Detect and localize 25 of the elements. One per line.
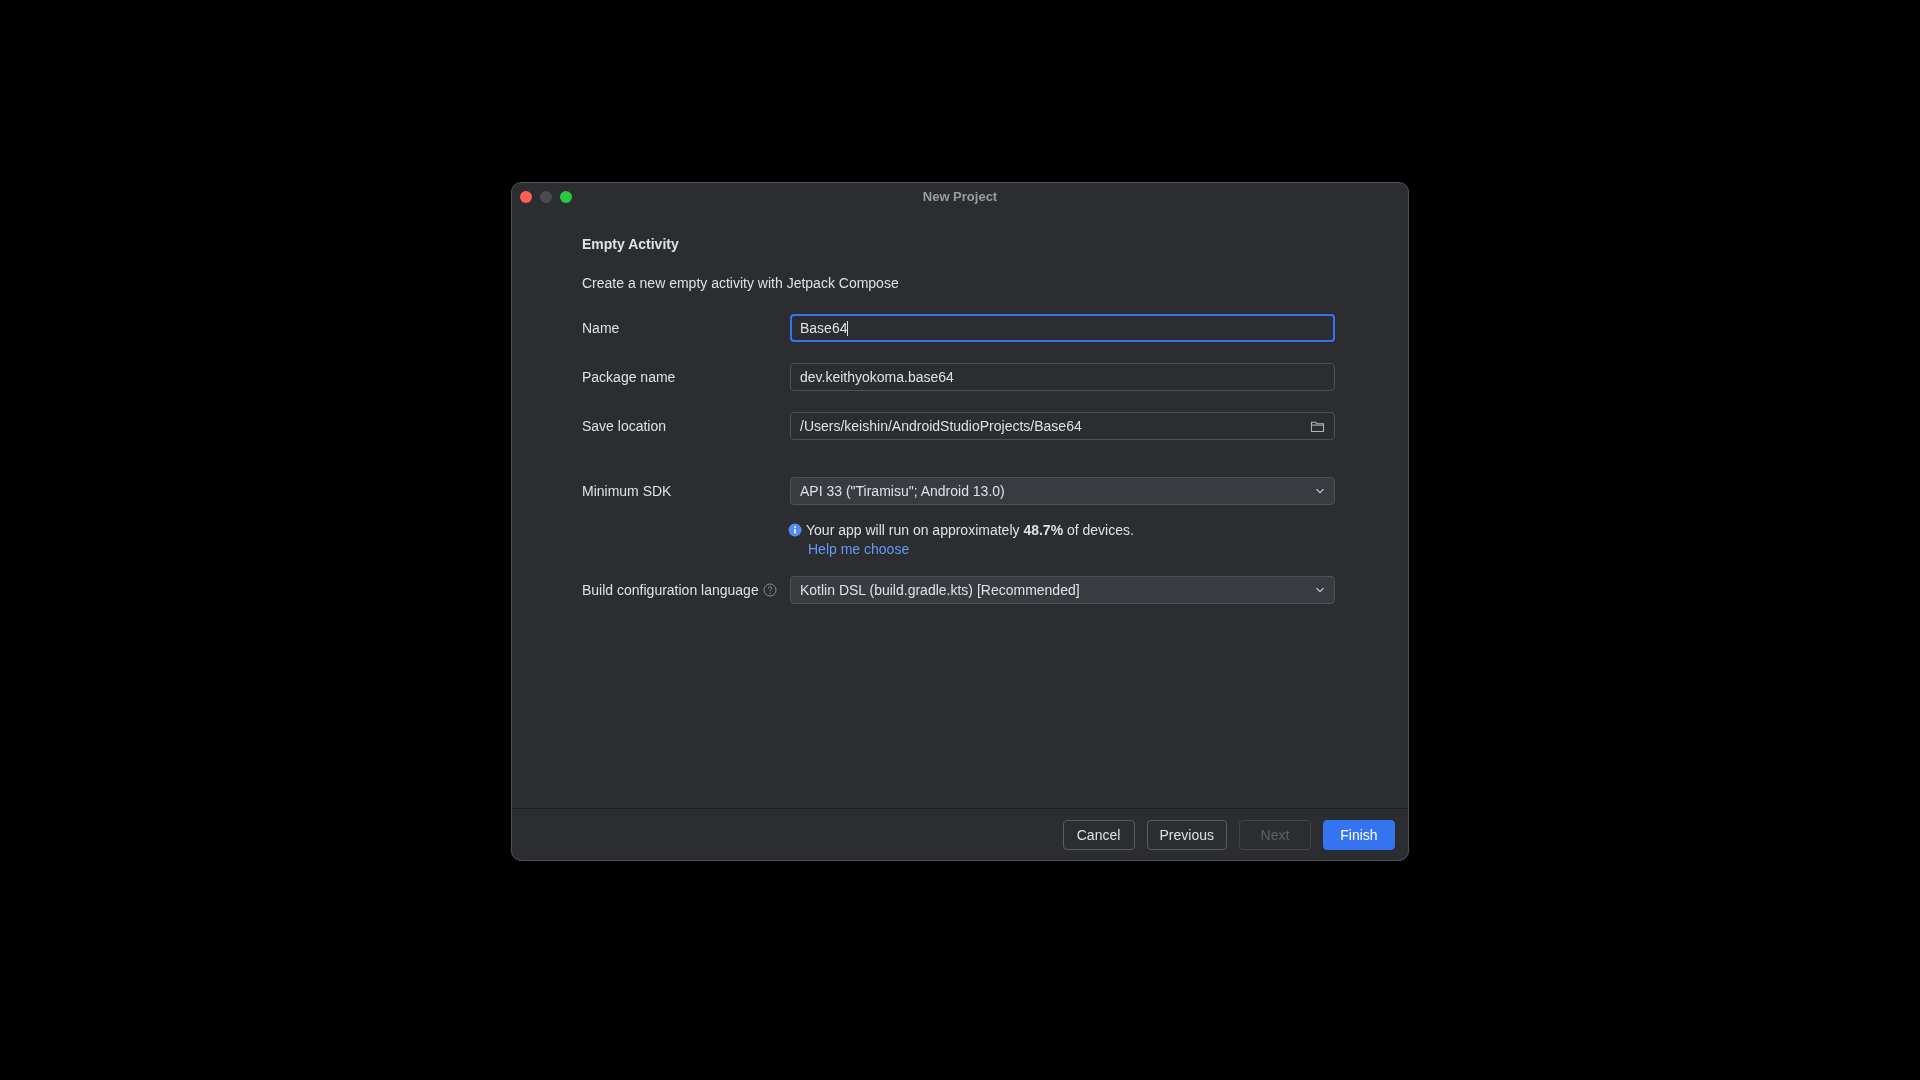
- dialog-button[interactable]: Cancel: [1062, 819, 1135, 850]
- page-heading: Empty Activity: [582, 235, 680, 253]
- field-label: Build configuration language: [582, 582, 759, 598]
- dialog-button[interactable]: Finish: [1323, 819, 1395, 850]
- dialog-button[interactable]: Previous: [1146, 819, 1227, 850]
- text-field[interactable]: dev.keithyokoma.base64: [790, 363, 1335, 391]
- chevron-down-icon: [1315, 488, 1325, 494]
- info-text: Your app will run on approximately 48.7% of devices.: [806, 522, 1134, 538]
- info-icon: [788, 523, 802, 537]
- zoom-button[interactable]: [560, 191, 572, 203]
- window-title: New Project: [922, 189, 998, 204]
- page-description: Create a new empty activity with Jetpack Compose: [582, 274, 900, 292]
- help-link[interactable]: Help me choose: [808, 541, 910, 557]
- close-button[interactable]: [520, 191, 532, 203]
- dropdown[interactable]: Kotlin DSL (build.gradle.kts) [Recommended]: [790, 576, 1335, 604]
- chevron-down-icon: [1315, 587, 1325, 593]
- text-field[interactable]: Base64: [790, 314, 1335, 342]
- folder-icon[interactable]: [1310, 419, 1325, 433]
- dropdown[interactable]: API 33 ("Tiramisu"; Android 13.0): [790, 477, 1335, 505]
- help-icon[interactable]: [762, 583, 777, 597]
- field-label: Save location: [582, 418, 667, 434]
- field-label: Package name: [582, 369, 676, 385]
- text-field[interactable]: /Users/keishin/AndroidStudioProjects/Base64: [790, 412, 1335, 440]
- field-label: Minimum SDK: [582, 483, 672, 499]
- field-label: Name: [582, 320, 620, 336]
